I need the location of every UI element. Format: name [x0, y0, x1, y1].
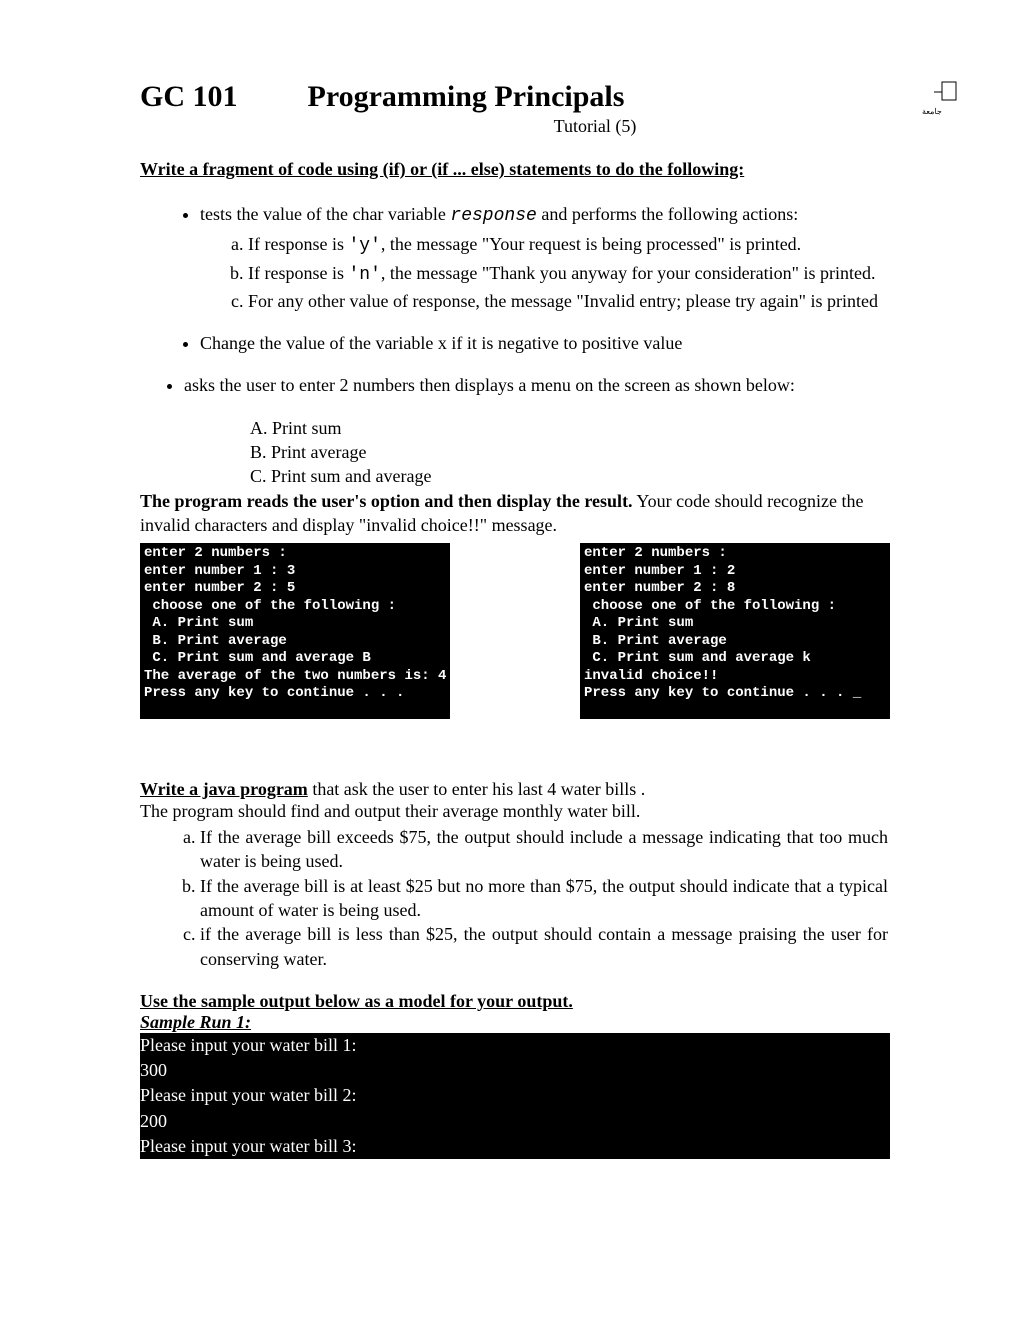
bullet-item-2: Change the value of the variable x if it…	[200, 331, 890, 355]
text-bold: The program reads the user's option and …	[140, 491, 633, 511]
text-underline: Write a java program	[140, 779, 308, 799]
page-header: GC 101 Programming Principals	[140, 80, 890, 114]
sub-item-b: If the average bill is at least $25 but …	[200, 874, 890, 923]
text: and performs the following actions:	[537, 204, 798, 224]
text: If response is	[248, 234, 348, 254]
course-code: GC 101	[140, 80, 238, 114]
text: tests the value of the char variable	[200, 204, 450, 224]
text: that ask the user to enter his last 4 wa…	[308, 779, 645, 799]
tutorial-number: Tutorial (5)	[140, 116, 890, 137]
text: , the message "Your request is being pro…	[381, 234, 801, 254]
sample-row: Please input your water bill 3:	[140, 1134, 890, 1159]
section2-heading: Write a java program that ask the user t…	[140, 779, 890, 800]
university-logo: جامعة	[920, 80, 960, 120]
document-page: جامعة GC 101 Programming Principals Tuto…	[0, 0, 1020, 1320]
menu-option-c: C. Print sum and average	[250, 464, 890, 488]
svg-text:جامعة: جامعة	[922, 107, 942, 116]
sub-item-a: If the average bill exceeds $75, the out…	[200, 825, 890, 874]
text: , the message "Thank you anyway for your…	[381, 263, 876, 283]
section2-line2: The program should find and output their…	[140, 800, 890, 823]
bullet-item-1: tests the value of the char variable res…	[200, 202, 890, 313]
course-title: Programming Principals	[308, 80, 625, 114]
sub-item-c: if the average bill is less than $25, th…	[200, 922, 890, 971]
sub-list-1: If response is 'y', the message "Your re…	[200, 232, 890, 313]
section1-heading: Write a fragment of code using (if) or (…	[140, 159, 890, 180]
sub-item-a: If response is 'y', the message "Your re…	[248, 232, 890, 258]
sample-row: Please input your water bill 2:	[140, 1083, 890, 1108]
section2-sub-list: If the average bill exceeds $75, the out…	[140, 825, 890, 971]
bullet-item-3: asks the user to enter 2 numbers then di…	[184, 373, 890, 397]
console-panels: enter 2 numbers : enter number 1 : 3 ent…	[140, 543, 890, 719]
code-literal: 'y'	[348, 236, 380, 256]
code-var: response	[450, 206, 536, 226]
console-output-left: enter 2 numbers : enter number 1 : 3 ent…	[140, 543, 450, 719]
code-literal: 'n'	[348, 265, 380, 285]
console-output-right: enter 2 numbers : enter number 1 : 2 ent…	[580, 543, 890, 719]
section1-followup: The program reads the user's option and …	[140, 489, 890, 538]
sample-row: 200	[140, 1109, 890, 1134]
sample-run-label: Sample Run 1:	[140, 1012, 890, 1033]
menu-option-a: A. Print sum	[250, 416, 890, 440]
sample-heading: Use the sample output below as a model f…	[140, 991, 890, 1012]
section1-bullet-list: tests the value of the char variable res…	[140, 202, 890, 398]
menu-option-b: B. Print average	[250, 440, 890, 464]
text: If response is	[248, 263, 348, 283]
sub-item-c: For any other value of response, the mes…	[248, 289, 890, 313]
sub-item-b: If response is 'n', the message "Thank y…	[248, 261, 890, 287]
sample-row: 300	[140, 1058, 890, 1083]
sample-row: Please input your water bill 1:	[140, 1033, 890, 1058]
